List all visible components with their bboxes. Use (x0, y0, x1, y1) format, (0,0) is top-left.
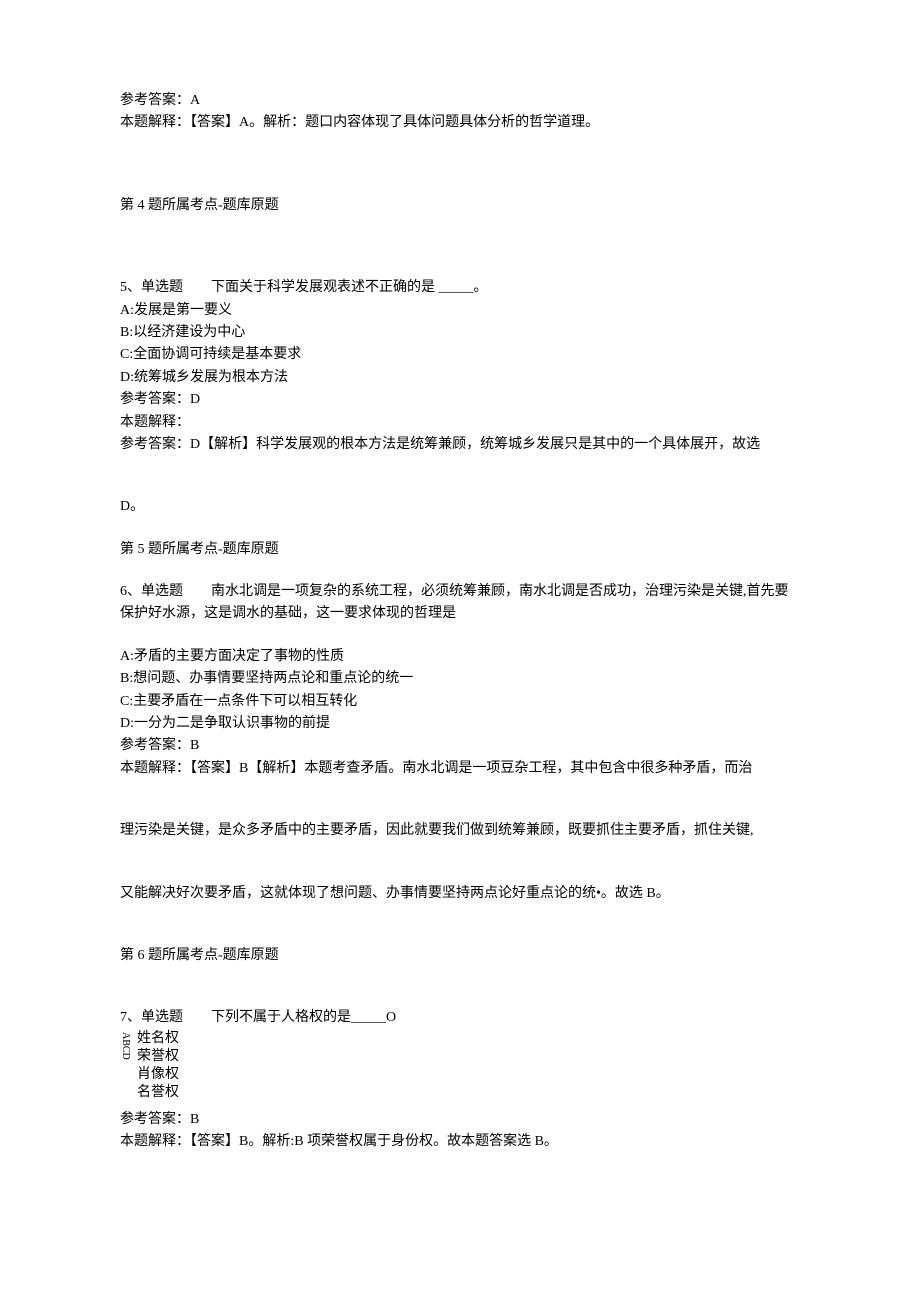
q7-option-labels: ABCD (120, 1032, 131, 1060)
spacer (120, 967, 800, 1007)
spacer (120, 135, 800, 195)
q7-options: ABCD 姓名权 荣誉权 肖像权 名誉权 (120, 1030, 800, 1103)
spacer (120, 519, 800, 539)
spacer (120, 905, 800, 945)
q5-option-c: C:全面协调可持续是基本要求 (120, 344, 800, 366)
q6-explanation-line2: 理污染是关键，是众多矛盾中的主要矛盾，因此就要我们做到统筹兼顾，既要抓住主要矛盾… (120, 820, 800, 842)
q6-option-a: A:矛盾的主要方面决定了事物的性质 (120, 646, 800, 668)
q7-explanation: 本题解释：【答案】B。解析:B 项荣誉权属于身份权。故本题答案选 B。 (120, 1131, 800, 1153)
q6-option-c: C:主要矛盾在一点条件下可以相互转化 (120, 691, 800, 713)
q4-topic: 第 4 题所属考点-题库原题 (120, 195, 800, 217)
spacer (120, 626, 800, 646)
spacer (120, 217, 800, 277)
spacer (120, 780, 800, 820)
q6-explanation-line1: 本题解释：【答案】B【解析】本题考查矛盾。南水北调是一项豆杂工程，其中包含中很多… (120, 758, 800, 780)
q4-answer: 参考答案：A (120, 90, 800, 112)
q6-answer: 参考答案：B (120, 735, 800, 757)
q6-option-d: D:一分为二是争取认识事物的前提 (120, 713, 800, 735)
q5-question: 5、单选题 下面关于科学发展观表述不正确的是 _____。 (120, 277, 800, 299)
q5-explanation-line2: D。 (120, 496, 800, 518)
spacer (120, 456, 800, 496)
q7-option-c: 肖像权 (137, 1066, 179, 1084)
q6-topic: 第 6 题所属考点-题库原题 (120, 945, 800, 967)
q6-option-b: B:想问题、办事情要坚持两点论和重点论的统一 (120, 668, 800, 690)
q5-option-a: A:发展是第一要义 (120, 300, 800, 322)
q4-explanation: 本题解释：【答案】A。解析：题口内容体现了具体问题具体分析的哲学道理。 (120, 112, 800, 134)
q7-answer: 参考答案：B (120, 1109, 800, 1131)
q5-topic: 第 5 题所属考点-题库原题 (120, 539, 800, 561)
q7-option-a: 姓名权 (137, 1030, 179, 1048)
q5-answer: 参考答案：D (120, 389, 800, 411)
q5-option-d: D:统筹城乡发展为根本方法 (120, 367, 800, 389)
q5-option-b: B:以经济建设为中心 (120, 322, 800, 344)
q7-question: 7、单选题 下列不属于人格权的是_____O (120, 1007, 800, 1029)
q5-explanation-line1: 参考答案：D【解析】科学发展观的根本方法是统筹兼顾，统筹城乡发展只是其中的一个具… (120, 434, 800, 456)
q7-option-b: 荣誉权 (137, 1048, 179, 1066)
q7-option-d: 名誉权 (137, 1084, 179, 1102)
q6-explanation-line3: 又能解决好次要矛盾，这就体现了想问题、办事情要坚持两点论好重点论的统•。故选 B… (120, 883, 800, 905)
spacer (120, 843, 800, 883)
q5-explanation-label: 本题解释： (120, 412, 800, 434)
q5-question-text: 5、单选题 下面关于科学发展观表述不正确的是 _____。 (120, 280, 488, 295)
q6-question: 6、单选题 南水北调是一项复杂的系统工程，必须统筹兼顾，南水北调是否成功，治理污… (120, 581, 800, 626)
spacer (120, 561, 800, 581)
